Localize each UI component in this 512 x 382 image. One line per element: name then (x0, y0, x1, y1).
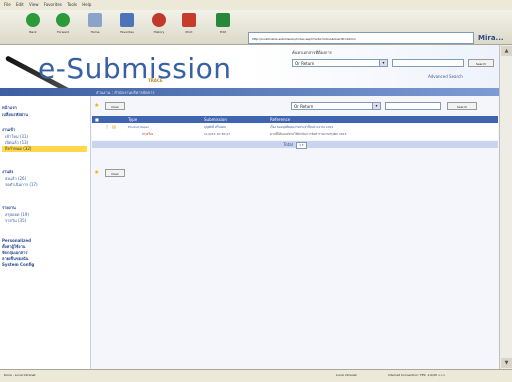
envelope-icon: ✉ (112, 125, 117, 131)
vertical-scrollbar[interactable]: ▲ ▼ (499, 45, 512, 369)
chevron-down-icon: ▾ (379, 60, 387, 66)
flag-icon: ! (106, 125, 109, 131)
sidebar-group-personalized: Personalized ตั้งค่าผู้ใช้งาน จัดกลุ่มเอ… (2, 238, 34, 268)
row-type-sub: สรุปเรื่อง (142, 132, 154, 136)
row-person[interactable]: บุญศักดิ์ ศรีมงคล (204, 125, 226, 130)
row-date: 11/9/15 10:36:47 (204, 132, 230, 136)
page-select[interactable]: 1 ▾ (296, 142, 307, 149)
address-bar[interactable]: http://localhost/e-submission/index.asp?… (248, 32, 474, 44)
forward-button[interactable]: Forward (50, 13, 76, 34)
row-ref-title[interactable]: เรื่อง ขออนุมัติแผนงานประจำปีงบประมาณ 20… (270, 125, 333, 130)
row-type[interactable]: Product Paper (128, 125, 149, 129)
main-content: ★ Clear Or Return ▾ Search ■ Type Submiss… (91, 96, 499, 369)
print-icon (182, 13, 196, 27)
site-header: e-Submission TRACE ค้นหาเอกสารที่ต้องการ… (0, 45, 499, 97)
sidebar: หน้าแรก เปลี่ยนรหัสผ่าน งานเข้า เข้าใหม่… (0, 96, 91, 369)
logo-tagline: TRACE (148, 78, 163, 83)
search-type-select[interactable]: Or Return ▾ (292, 59, 388, 67)
sidebar-group-reports: รายงาน สรุปยอด (19) รายวัน (35) (2, 204, 29, 224)
page-select-value: 1 (299, 143, 302, 147)
menu-tools[interactable]: Tools (67, 2, 77, 7)
back-button[interactable]: Back (20, 13, 46, 34)
menu-file[interactable]: File (4, 2, 11, 7)
sidebar-group-inbox: งานเข้า เข้าใหม่ (31) เปิดแล้ว (13) ถึงก… (2, 126, 87, 152)
back-arrow-icon (26, 13, 40, 27)
search-label: ค้นหาเอกสารที่ต้องการ (292, 50, 332, 55)
header-search-button[interactable]: Search (468, 59, 494, 67)
sidebar-heading: รายงาน (2, 205, 16, 210)
filter-input[interactable] (385, 102, 441, 110)
table-row[interactable]: ! ✉ Product Paper สรุปเรื่อง บุญศักดิ์ ศ… (92, 123, 498, 140)
scroll-down-icon[interactable]: ▼ (501, 358, 512, 368)
sidebar-item-pending[interactable]: รอดำเนินการ (17) (2, 182, 38, 188)
print-button[interactable]: Print (176, 13, 202, 34)
filter-search-button[interactable]: Search (447, 102, 477, 110)
search-type-value: Or Return (295, 61, 315, 66)
history-icon (152, 13, 166, 27)
edit-button[interactable]: Edit (210, 13, 236, 34)
select-all-checkbox[interactable]: ■ (95, 117, 99, 122)
sidebar-heading: งานส่ง (2, 169, 14, 174)
status-bar: Done - Local intranet Local intranet Int… (0, 369, 512, 382)
menu-favorites[interactable]: Favorites (44, 2, 62, 7)
status-zone: Local intranet (336, 373, 357, 377)
scroll-up-icon[interactable]: ▲ (501, 46, 512, 56)
pager-label: Total (283, 142, 293, 147)
home-button[interactable]: Home (82, 13, 108, 34)
star-icon: ★ (94, 169, 100, 176)
col-reference[interactable]: Reference (270, 117, 290, 122)
clear-button[interactable]: Clear (105, 102, 125, 110)
site-logo[interactable]: e-Submission (38, 52, 232, 85)
sidebar-heading[interactable]: หน้าแรก (2, 104, 28, 111)
star-icon: ★ (94, 102, 100, 109)
sidebar-item-due[interactable]: ถึงกำหนด (32) (2, 146, 87, 152)
menu-view[interactable]: View (29, 2, 39, 7)
section-band-text: ส่วนงาน : สำนักงานบริหารจัดการ (96, 90, 155, 95)
browser-toolbar: Back Forward Home Favorites History Prin… (0, 10, 512, 54)
sidebar-item-password[interactable]: เปลี่ยนรหัสผ่าน (2, 112, 28, 118)
favorites-icon (120, 13, 134, 27)
menu-help[interactable]: Help (82, 2, 91, 7)
chevron-down-icon: ▾ (372, 103, 380, 109)
sidebar-heading: งานเข้า (2, 127, 16, 132)
filter-select[interactable]: Or Return ▾ (291, 102, 381, 110)
search-input[interactable] (392, 59, 464, 67)
col-type[interactable]: Type (128, 117, 137, 122)
section-band: ส่วนงาน : สำนักงานบริหารจัดการ (0, 88, 499, 96)
table-header: ■ Type Submission Reference (92, 116, 498, 123)
row-ref-desc: ตามที่ได้มอบหมายให้ดำเนินการจัดทำรายงานส… (270, 132, 347, 136)
status-right: Internet Connection: TPS: 1,0/20 >>> (388, 373, 446, 377)
filter-select-value: Or Return (294, 104, 314, 109)
status-left: Done - Local intranet (4, 373, 36, 377)
col-submission[interactable]: Submission (204, 117, 227, 122)
brand-logo: Mira... (478, 34, 504, 42)
edit-icon (216, 13, 230, 27)
sidebar-group-sent: งานส่ง ส่งแล้ว (26) รอดำเนินการ (17) (2, 168, 38, 188)
history-button[interactable]: History (146, 13, 172, 34)
sidebar-heading: Personalized (2, 238, 31, 243)
advanced-search-link[interactable]: Advanced Search (428, 74, 463, 79)
home-icon (88, 13, 102, 27)
favorites-button[interactable]: Favorites (114, 13, 140, 34)
sidebar-group-home: หน้าแรก เปลี่ยนรหัสผ่าน (2, 104, 28, 118)
sidebar-item-system-config[interactable]: System Config (2, 262, 34, 268)
clear-button-bottom[interactable]: Clear (105, 169, 125, 177)
pager: Total 1 ▾ (92, 141, 498, 149)
forward-arrow-icon (56, 13, 70, 27)
sidebar-item-daily[interactable]: รายวัน (35) (2, 218, 29, 224)
menu-edit[interactable]: Edit (16, 2, 24, 7)
